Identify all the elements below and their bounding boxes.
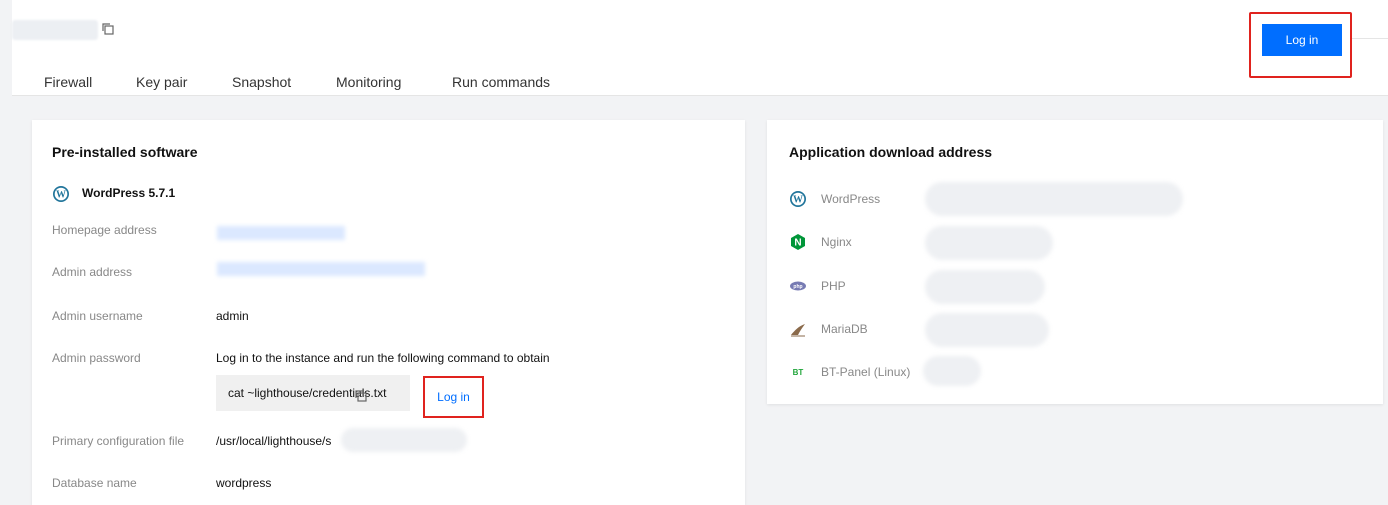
app-label: WordPress (821, 192, 881, 206)
svg-text:N: N (794, 238, 801, 249)
database-name-value: wordpress (216, 476, 272, 490)
app-row-bt-panel: BT BT-Panel (Linux) (789, 363, 911, 381)
app-row-nginx: N Nginx (789, 233, 852, 251)
login-button[interactable]: Log in (1262, 24, 1342, 56)
download-link-redacted[interactable] (925, 182, 1183, 216)
tab-bar: Firewall Key pair Snapshot Monitoring Ru… (44, 74, 604, 94)
app-label: Nginx (821, 235, 852, 249)
tab-key-pair[interactable]: Key pair (136, 74, 187, 90)
tab-monitoring[interactable]: Monitoring (336, 74, 401, 90)
download-link-redacted[interactable] (925, 226, 1053, 260)
svg-text:W: W (56, 190, 66, 201)
svg-text:W: W (793, 195, 803, 206)
download-link-redacted[interactable] (923, 356, 981, 386)
tab-firewall[interactable]: Firewall (44, 74, 92, 90)
config-file-value: /usr/local/lighthouse/s (216, 434, 332, 448)
app-row-wordpress: W WordPress (789, 190, 880, 208)
homepage-address-redacted (217, 226, 345, 240)
admin-address-redacted (217, 262, 425, 276)
wordpress-icon: W (790, 191, 806, 207)
tab-snapshot[interactable]: Snapshot (232, 74, 291, 90)
mariadb-icon (791, 324, 805, 337)
card-title: Pre-installed software (52, 144, 198, 160)
login-link[interactable]: Log in (423, 376, 484, 418)
admin-username-value: admin (216, 309, 249, 323)
tab-run-commands[interactable]: Run commands (452, 74, 550, 90)
admin-password-label: Admin password (52, 351, 141, 365)
command-box: cat ~lighthouse/credentials.txt (216, 375, 410, 411)
app-label: PHP (821, 279, 846, 293)
admin-password-hint: Log in to the instance and run the follo… (216, 351, 550, 365)
nginx-icon: N (791, 234, 805, 250)
database-name-label: Database name (52, 476, 137, 490)
app-row-mariadb: MariaDB (789, 320, 868, 338)
bt-panel-icon: BT (793, 368, 804, 377)
app-label: MariaDB (821, 322, 868, 336)
homepage-label: Homepage address (52, 223, 157, 237)
admin-address-label: Admin address (52, 265, 133, 279)
instance-name-redacted (12, 20, 98, 40)
instance-header: Firewall Key pair Snapshot Monitoring Ru… (12, 0, 1388, 96)
app-download-card: Application download address W WordPress… (767, 120, 1383, 404)
svg-text:BT: BT (793, 368, 804, 377)
software-name: WordPress 5.7.1 (82, 186, 176, 200)
app-row-php: php PHP (789, 277, 846, 295)
card-title: Application download address (789, 144, 993, 160)
app-label: BT-Panel (Linux) (821, 365, 911, 379)
copy-icon[interactable] (355, 390, 367, 402)
copy-icon[interactable] (102, 23, 114, 35)
wordpress-icon: W (53, 186, 69, 202)
svg-text:php: php (793, 284, 802, 290)
config-file-label: Primary configuration file (52, 434, 185, 448)
header-divider (1352, 38, 1388, 39)
php-icon: php (790, 281, 806, 291)
config-file-redacted (341, 428, 467, 452)
admin-username-label: Admin username (52, 309, 143, 323)
download-link-redacted[interactable] (925, 270, 1045, 304)
download-link-redacted[interactable] (925, 313, 1049, 347)
preinstalled-software-card: Pre-installed software W WordPress 5.7.1… (32, 120, 745, 505)
